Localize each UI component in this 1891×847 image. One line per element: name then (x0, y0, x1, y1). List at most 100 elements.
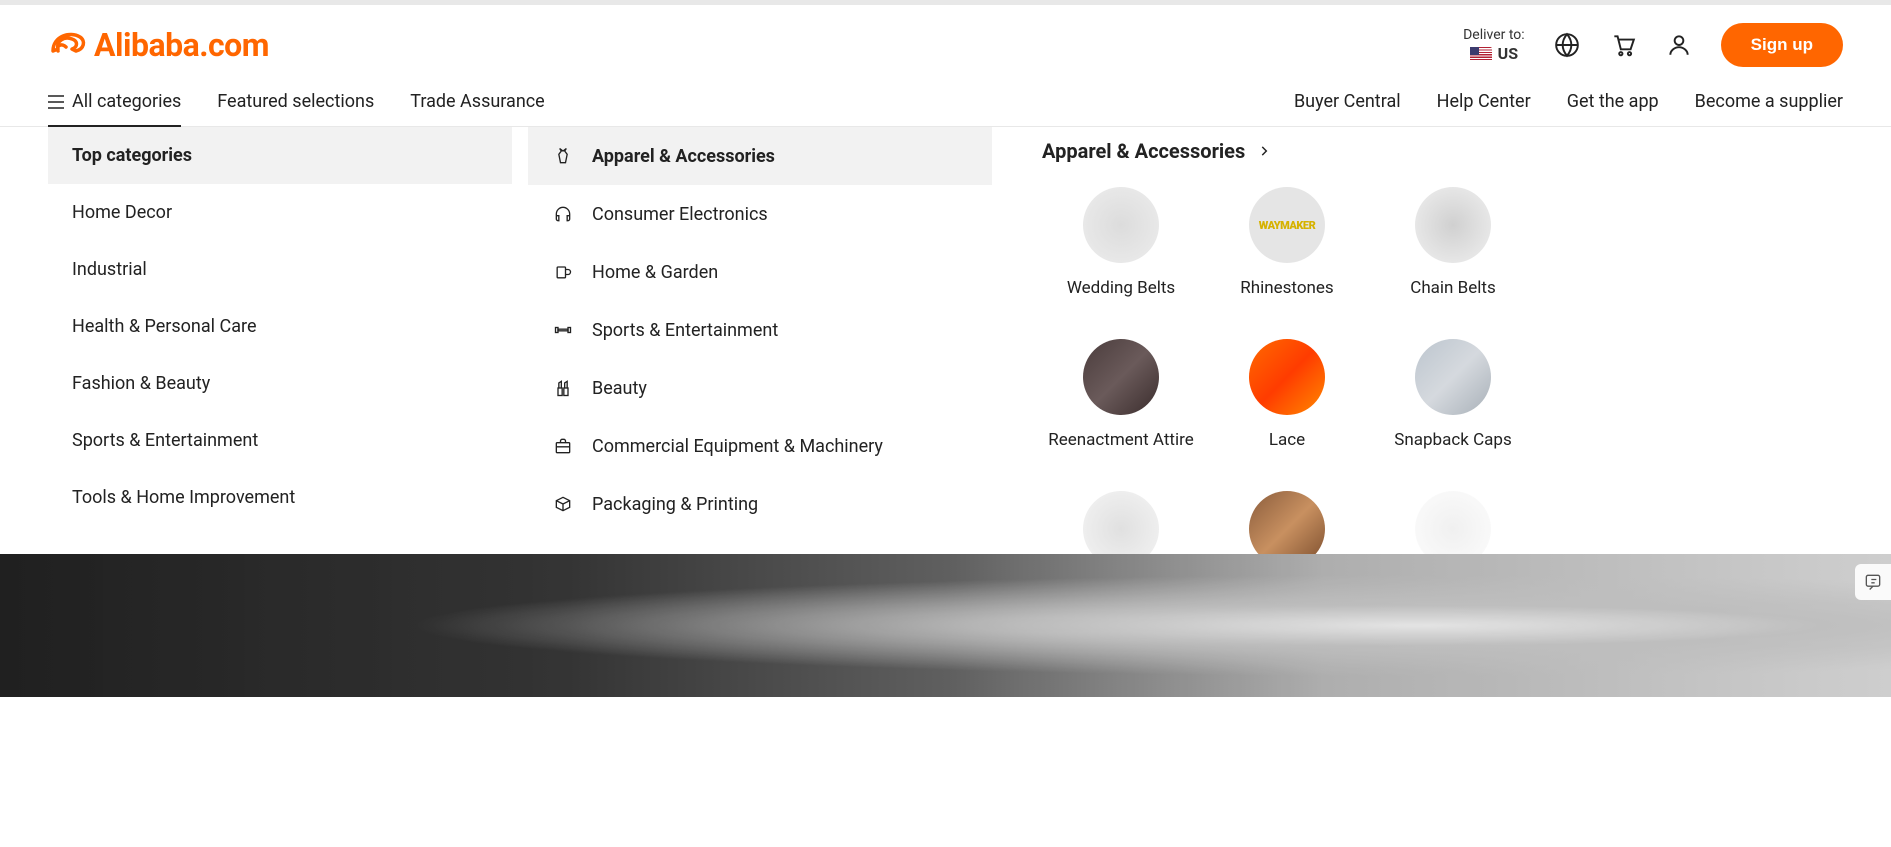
nav-featured-selections[interactable]: Featured selections (217, 77, 374, 127)
cat-label: Industrial (72, 259, 147, 280)
cat-label: Commercial Equipment & Machinery (592, 436, 883, 457)
thumb-inner-text: WAYMAKER (1259, 219, 1316, 232)
col3-header[interactable]: Apparel & Accessories (1042, 139, 1879, 163)
subcat-beauty[interactable]: Beauty (528, 359, 992, 417)
cat-label: Sports & Entertainment (592, 320, 778, 341)
nav-bar: All categories Featured selections Trade… (0, 77, 1891, 127)
cat-label: Apparel & Accessories (592, 146, 775, 167)
nav-all-categories[interactable]: All categories (48, 77, 181, 127)
subcat-commercial-equipment[interactable]: Commercial Equipment & Machinery (528, 417, 992, 475)
headphones-icon (552, 203, 574, 225)
product-reenactment-attire[interactable]: Reenactment Attire (1042, 339, 1200, 451)
product-chain-belts[interactable]: Chain Belts (1374, 187, 1532, 299)
cat-label: Top categories (72, 145, 192, 166)
cat-industrial[interactable]: Industrial (48, 241, 512, 298)
nav-become-supplier[interactable]: Become a supplier (1695, 77, 1843, 127)
product-lace[interactable]: Lace (1208, 339, 1366, 451)
product-partial-3[interactable] (1374, 491, 1532, 554)
dumbbell-icon (552, 319, 574, 341)
box-icon (552, 493, 574, 515)
product-thumb (1083, 339, 1159, 415)
product-label: Rhinestones (1240, 277, 1333, 299)
hero-image (0, 554, 1891, 697)
logo-text: Alibaba.com (94, 26, 269, 64)
product-rhinestones[interactable]: WAYMAKER Rhinestones (1208, 187, 1366, 299)
nav-get-app[interactable]: Get the app (1567, 77, 1659, 127)
deliver-country-code: US (1498, 44, 1518, 65)
cat-label: Beauty (592, 378, 647, 399)
category-column-1[interactable]: Top categories Home Decor Industrial Hea… (48, 127, 512, 554)
product-label: Snapback Caps (1394, 429, 1511, 451)
col3-title: Apparel & Accessories (1042, 139, 1245, 163)
category-column-3[interactable]: Apparel & Accessories Wedding Belts WAYM… (992, 127, 1891, 554)
nav-label: Buyer Central (1294, 91, 1401, 112)
product-thumb (1415, 491, 1491, 554)
feedback-icon (1863, 572, 1883, 592)
cat-label: Sports & Entertainment (72, 430, 258, 451)
cat-health-personal-care[interactable]: Health & Personal Care (48, 298, 512, 355)
category-column-2[interactable]: Apparel & Accessories Consumer Electroni… (528, 127, 992, 554)
cat-label: Packaging & Printing (592, 494, 758, 515)
product-grid: Wedding Belts WAYMAKER Rhinestones Chain… (1042, 187, 1879, 554)
dress-icon (552, 145, 574, 167)
product-thumb (1083, 491, 1159, 554)
product-label: Lace (1269, 429, 1305, 451)
product-wedding-belts[interactable]: Wedding Belts (1042, 187, 1200, 299)
mega-menu: Top categories Home Decor Industrial Hea… (0, 127, 1891, 554)
product-label: Wedding Belts (1067, 277, 1175, 299)
product-snapback-caps[interactable]: Snapback Caps (1374, 339, 1532, 451)
product-thumb: WAYMAKER (1249, 187, 1325, 263)
subcat-packaging-printing[interactable]: Packaging & Printing (528, 475, 992, 533)
nav-help-center[interactable]: Help Center (1437, 77, 1531, 127)
hero-banner (0, 554, 1891, 697)
product-thumb (1415, 187, 1491, 263)
nav-label: Trade Assurance (410, 91, 544, 112)
deliver-to-label: Deliver to: (1463, 26, 1525, 44)
cat-sports-entertainment[interactable]: Sports & Entertainment (48, 412, 512, 469)
subcat-home-garden[interactable]: Home & Garden (528, 243, 992, 301)
cat-label: Home Decor (72, 202, 172, 223)
cat-tools-home-improvement[interactable]: Tools & Home Improvement (48, 469, 512, 526)
chevron-right-icon (1257, 144, 1271, 158)
nav-label: Help Center (1437, 91, 1531, 112)
alibaba-mark-icon (48, 31, 88, 59)
product-label: Chain Belts (1410, 277, 1496, 299)
subcat-sports-entertainment[interactable]: Sports & Entertainment (528, 301, 992, 359)
product-thumb (1249, 491, 1325, 554)
cat-home-decor[interactable]: Home Decor (48, 184, 512, 241)
product-partial-1[interactable] (1042, 491, 1200, 554)
us-flag-icon (1470, 47, 1492, 62)
subcat-apparel-accessories[interactable]: Apparel & Accessories (528, 127, 992, 185)
nav-label: Get the app (1567, 91, 1659, 112)
product-partial-2[interactable] (1208, 491, 1366, 554)
header-right: Deliver to: US Sign up (1463, 23, 1843, 67)
language-globe-icon[interactable] (1553, 31, 1581, 59)
cat-label: Fashion & Beauty (72, 373, 210, 394)
cart-icon[interactable] (1609, 31, 1637, 59)
feedback-button[interactable] (1855, 564, 1891, 600)
subcat-consumer-electronics[interactable]: Consumer Electronics (528, 185, 992, 243)
logo[interactable]: Alibaba.com (48, 26, 269, 64)
nav-buyer-central[interactable]: Buyer Central (1294, 77, 1401, 127)
nav-trade-assurance[interactable]: Trade Assurance (410, 77, 544, 127)
menu-icon (48, 95, 64, 109)
product-thumb (1083, 187, 1159, 263)
cat-label: Consumer Electronics (592, 204, 768, 225)
cat-label: Tools & Home Improvement (72, 487, 295, 508)
cat-label: Home & Garden (592, 262, 718, 283)
user-icon[interactable] (1665, 31, 1693, 59)
nav-label: All categories (72, 91, 181, 112)
product-thumb (1249, 339, 1325, 415)
nav-left: All categories Featured selections Trade… (48, 77, 545, 127)
deliver-country: US (1470, 44, 1518, 65)
cat-label: Health & Personal Care (72, 316, 256, 337)
cat-fashion-beauty[interactable]: Fashion & Beauty (48, 355, 512, 412)
header: Alibaba.com Deliver to: US Sign up (0, 5, 1891, 77)
cat-top-categories[interactable]: Top categories (48, 127, 512, 184)
nav-label: Become a supplier (1695, 91, 1843, 112)
sign-up-button[interactable]: Sign up (1721, 23, 1843, 67)
mug-icon (552, 261, 574, 283)
product-label: Reenactment Attire (1048, 429, 1194, 451)
lipstick-icon (552, 377, 574, 399)
deliver-to[interactable]: Deliver to: US (1463, 26, 1525, 65)
